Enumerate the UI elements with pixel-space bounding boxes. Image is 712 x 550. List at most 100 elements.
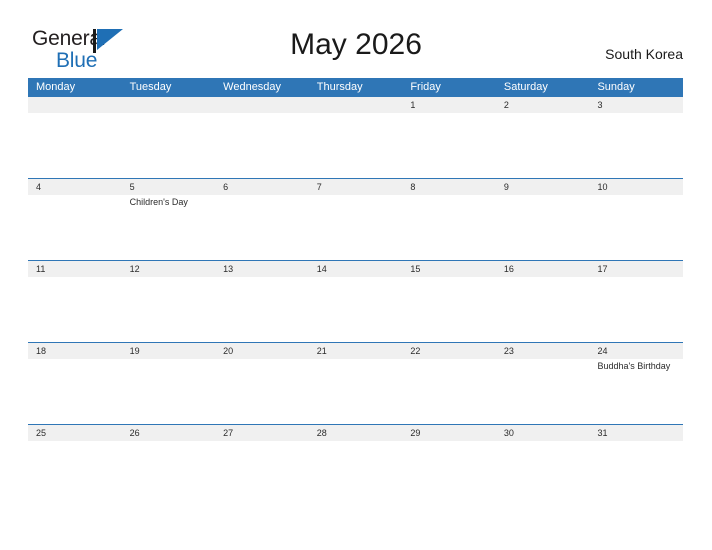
weekday-header-monday: Monday: [36, 81, 76, 93]
day-number-9[interactable]: 9: [496, 179, 590, 195]
week-date-numbers: 18 19 20 21 22 23 24: [28, 343, 683, 359]
day-number-2[interactable]: 2: [496, 97, 590, 113]
day-cell-9[interactable]: [496, 195, 590, 260]
calendar-week-row: 11 12 13 14 15 16 17: [28, 260, 683, 342]
week-event-area: [28, 113, 683, 178]
day-number-15[interactable]: 15: [402, 261, 496, 277]
day-number-3[interactable]: 3: [589, 97, 683, 113]
week-date-numbers: 11 12 13 14 15 16 17: [28, 261, 683, 277]
day-number-14[interactable]: 14: [309, 261, 403, 277]
day-cell-11[interactable]: [28, 277, 122, 342]
day-cell-empty: [215, 113, 309, 178]
day-number-12[interactable]: 12: [122, 261, 216, 277]
week-event-area: Children's Day: [28, 195, 683, 260]
day-number-8[interactable]: 8: [402, 179, 496, 195]
day-cell-24[interactable]: Buddha's Birthday: [589, 359, 683, 424]
day-cell-6[interactable]: [215, 195, 309, 260]
weekday-header-tuesday: Tuesday: [129, 81, 172, 93]
day-number-31[interactable]: 31: [589, 425, 683, 441]
week-date-numbers: 123: [28, 97, 683, 113]
calendar-week-row: 4 5 6 7 8 9 10 Children's Day: [28, 178, 683, 260]
day-cell-27[interactable]: [215, 441, 309, 506]
day-number-16[interactable]: 16: [496, 261, 590, 277]
day-number-4[interactable]: 4: [28, 179, 122, 195]
weekday-header-thursday: Thursday: [316, 81, 363, 93]
day-cell-7[interactable]: [309, 195, 403, 260]
day-cell-20[interactable]: [215, 359, 309, 424]
day-cell-1[interactable]: [402, 113, 496, 178]
day-number-23[interactable]: 23: [496, 343, 590, 359]
holiday-label: Buddha's Birthday: [597, 361, 671, 371]
day-cell-8[interactable]: [402, 195, 496, 260]
day-number-7[interactable]: 7: [309, 179, 403, 195]
week-event-area: [28, 441, 683, 506]
day-number-24[interactable]: 24: [589, 343, 683, 359]
day-cell-22[interactable]: [402, 359, 496, 424]
weekday-header-sunday: Sunday: [597, 81, 635, 93]
day-number-empty: [215, 97, 309, 113]
calendar-week-row: 123: [28, 97, 683, 178]
day-cell-17[interactable]: [589, 277, 683, 342]
day-number-27[interactable]: 27: [215, 425, 309, 441]
day-number-13[interactable]: 13: [215, 261, 309, 277]
week-event-area: Buddha's Birthday: [28, 359, 683, 424]
weekday-header-row: Monday Tuesday Wednesday Thursday Friday Satu…: [28, 78, 683, 97]
day-cell-empty: [28, 113, 122, 178]
calendar-week-row: 18 19 20 21 22 23 24 Buddha's Birthday: [28, 342, 683, 424]
day-number-21[interactable]: 21: [309, 343, 403, 359]
day-cell-empty: [122, 113, 216, 178]
week-event-area: [28, 277, 683, 342]
calendar-page: General Blue May 2026 South Korea Monday…: [0, 0, 712, 550]
day-cell-29[interactable]: [402, 441, 496, 506]
day-cell-30[interactable]: [496, 441, 590, 506]
day-cell-12[interactable]: [122, 277, 216, 342]
day-cell-5[interactable]: Children's Day: [122, 195, 216, 260]
day-number-empty: [122, 97, 216, 113]
day-cell-16[interactable]: [496, 277, 590, 342]
day-number-5[interactable]: 5: [122, 179, 216, 195]
day-cell-23[interactable]: [496, 359, 590, 424]
day-number-empty: [28, 97, 122, 113]
day-number-29[interactable]: 29: [402, 425, 496, 441]
week-date-numbers: 25 26 27 28 29 30 31: [28, 425, 683, 441]
day-number-19[interactable]: 19: [122, 343, 216, 359]
day-number-11[interactable]: 11: [28, 261, 122, 277]
week-date-numbers: 4 5 6 7 8 9 10: [28, 179, 683, 195]
day-number-20[interactable]: 20: [215, 343, 309, 359]
day-number-10[interactable]: 10: [589, 179, 683, 195]
day-number-22[interactable]: 22: [402, 343, 496, 359]
day-number-6[interactable]: 6: [215, 179, 309, 195]
weekday-header-friday: Friday: [410, 81, 441, 93]
weekday-header-wednesday: Wednesday: [223, 81, 282, 93]
day-number-18[interactable]: 18: [28, 343, 122, 359]
day-number-25[interactable]: 25: [28, 425, 122, 441]
page-header: General Blue May 2026 South Korea: [0, 0, 712, 78]
day-number-30[interactable]: 30: [496, 425, 590, 441]
day-cell-18[interactable]: [28, 359, 122, 424]
day-number-28[interactable]: 28: [309, 425, 403, 441]
day-cell-21[interactable]: [309, 359, 403, 424]
day-cell-3[interactable]: [589, 113, 683, 178]
day-cell-19[interactable]: [122, 359, 216, 424]
day-cell-10[interactable]: [589, 195, 683, 260]
day-cell-4[interactable]: [28, 195, 122, 260]
day-cell-25[interactable]: [28, 441, 122, 506]
day-cell-13[interactable]: [215, 277, 309, 342]
day-number-26[interactable]: 26: [122, 425, 216, 441]
day-cell-31[interactable]: [589, 441, 683, 506]
day-cell-26[interactable]: [122, 441, 216, 506]
calendar-week-row: 25 26 27 28 29 30 31: [28, 424, 683, 506]
day-cell-28[interactable]: [309, 441, 403, 506]
day-number-17[interactable]: 17: [589, 261, 683, 277]
holiday-label: Children's Day: [129, 197, 188, 207]
day-cell-15[interactable]: [402, 277, 496, 342]
day-cell-empty: [309, 113, 403, 178]
calendar-weeks: 1 2 3 4 5 6 7 8 9 10 Children's Day 11 12 13 14 15 16 17 1…: [28, 97, 683, 506]
day-cell-14[interactable]: [309, 277, 403, 342]
day-number-empty: [309, 97, 403, 113]
day-number-1[interactable]: 1: [402, 97, 496, 113]
day-cell-2[interactable]: [496, 113, 590, 178]
region-label: South Korea: [605, 46, 683, 62]
calendar-grid: Monday Tuesday Wednesday Thursday Friday Satu…: [28, 78, 683, 506]
weekday-header-saturday: Saturday: [503, 81, 548, 93]
